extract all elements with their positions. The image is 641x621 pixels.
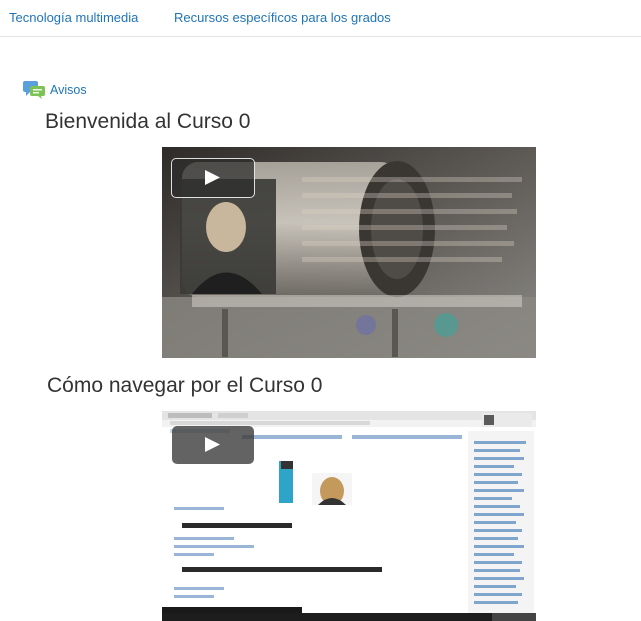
play-icon: [205, 170, 220, 185]
forum-label: Avisos: [50, 83, 87, 97]
play-icon: [205, 437, 220, 452]
section-title-bienvenida: Bienvenida al Curso 0: [45, 110, 251, 133]
video-player-como-navegar[interactable]: [162, 411, 536, 621]
video-player-bienvenida[interactable]: [162, 147, 536, 358]
play-button[interactable]: [172, 426, 254, 464]
top-navigation: Tecnología multimedia Recursos específic…: [0, 0, 641, 37]
forum-icon: [23, 81, 45, 99]
section-title-como-navegar: Cómo navegar por el Curso 0: [47, 374, 323, 397]
nav-link-tecnologia-multimedia[interactable]: Tecnología multimedia: [9, 10, 138, 25]
play-button[interactable]: [171, 158, 255, 198]
nav-link-recursos-especificos[interactable]: Recursos específicos para los grados: [174, 10, 391, 25]
